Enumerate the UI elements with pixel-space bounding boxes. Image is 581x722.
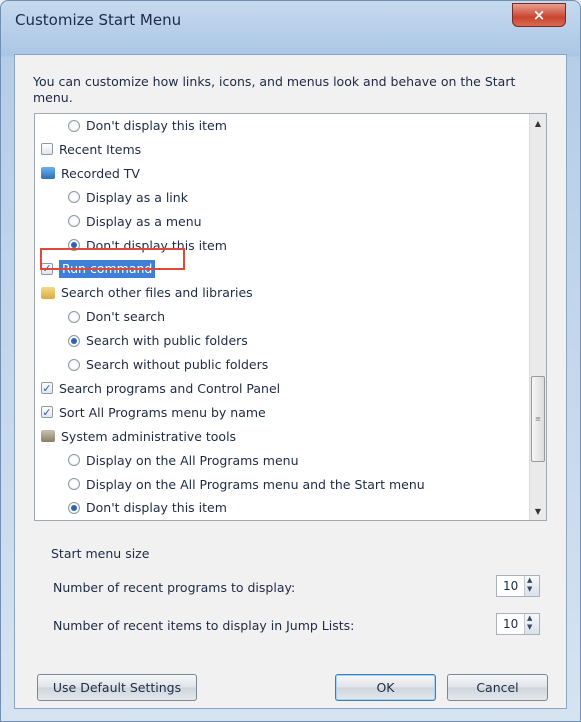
recent-items-spin-arrows[interactable]: ▲ ▼ [524,614,539,634]
up-arrow-icon: ▲ [534,118,542,128]
recent-programs-value[interactable]: 10 [503,579,518,593]
close-button[interactable]: × [512,3,566,27]
spin-up-icon[interactable]: ▲ [527,576,532,584]
list-item[interactable]: Recorded TV [41,163,140,184]
list-scrollbar[interactable]: ▲ ≡ ▼ [529,114,546,520]
list-item-label: Display on the All Programs menu and the… [86,476,425,492]
list-item[interactable]: System administrative tools [41,426,236,447]
list-item-label: Search programs and Control Panel [59,380,281,396]
spin-down-icon[interactable]: ▼ [527,623,532,631]
list-item[interactable]: Recent Items [41,139,141,160]
start-menu-options-list[interactable]: Don't display this item Recent Items Recor… [34,113,547,521]
list-item[interactable]: Display on the All Programs menu and the… [68,474,425,495]
recent-items-spinner[interactable]: 10 ▲ ▼ [496,613,540,635]
recent-items-label: Number of recent items to display in Jum… [53,618,355,633]
dialog-body: You can customize how links, icons, and … [14,54,567,709]
checkbox[interactable] [41,143,53,156]
recent-programs-spinner[interactable]: 10 ▲ ▼ [496,575,540,597]
list-item[interactable]: ✓ Search programs and Control Panel [41,378,280,399]
radio-button[interactable] [68,215,80,228]
grip-icon: ≡ [535,415,541,423]
scroll-up-button[interactable]: ▲ [531,115,545,131]
list-item[interactable]: Don't display this item [68,115,227,136]
radio-button[interactable] [68,454,80,467]
spin-up-icon[interactable]: ▲ [527,614,532,622]
list-item-label: System administrative tools [61,428,237,444]
radio-button[interactable] [68,501,80,514]
spin-down-icon[interactable]: ▼ [527,585,532,593]
radio-button[interactable] [68,119,80,132]
list-item-label: Search without public folders [86,357,269,372]
window-title: Customize Start Menu [15,11,182,29]
list-item-label: Display on the All Programs menu [86,452,299,468]
scroll-thumb[interactable]: ≡ [531,376,545,462]
radio-dot-icon [71,504,77,511]
checkbox[interactable]: ✓ [41,406,53,419]
start-menu-size-heading: Start menu size [51,546,150,561]
down-arrow-icon: ▼ [534,506,542,516]
list-item[interactable]: Search without public folders [68,354,268,375]
run-command-highlight [40,248,185,270]
radio-dot-icon [71,337,77,344]
list-item[interactable]: Display as a menu [68,211,202,232]
radio-button[interactable] [68,334,80,347]
recorded-tv-icon [41,167,55,180]
dialog-description: You can customize how links, icons, and … [33,74,516,105]
radio-button[interactable] [68,478,80,490]
recent-programs-label: Number of recent programs to display: [53,580,296,595]
list-item-label: Recorded TV [61,165,140,181]
use-default-settings-button[interactable]: Use Default Settings [37,674,197,701]
list-item-label: Don't search [86,309,166,325]
list-item[interactable]: Display on the All Programs menu [68,450,299,471]
list-item-label: Search with public folders [86,333,248,349]
customize-start-menu-dialog: Customize Start Menu × You can customize… [0,0,581,722]
cancel-button[interactable]: Cancel [447,674,548,701]
list-item-label: Don't display this item [86,500,227,516]
recent-items-value[interactable]: 10 [503,617,518,631]
list-item-label: Display as a link [86,189,188,205]
list-item[interactable]: Don't search [68,306,165,327]
radio-button[interactable] [68,310,80,323]
list-item-label: Sort All Programs menu by name [59,404,266,420]
list-item-label: Display as a menu [86,213,202,229]
recent-programs-spin-arrows[interactable]: ▲ ▼ [524,576,539,596]
checkbox[interactable]: ✓ [41,382,53,395]
radio-button[interactable] [68,358,80,371]
list-item-label: Don't display this item [86,118,227,133]
list-item[interactable]: ✓ Sort All Programs menu by name [41,402,266,423]
ok-button[interactable]: OK [335,674,436,701]
list-item[interactable]: Search other files and libraries [41,282,253,303]
list-item-label: Recent Items [59,141,142,157]
admin-tools-icon [41,430,55,443]
scroll-down-button[interactable]: ▼ [531,503,545,519]
radio-button[interactable] [68,191,80,204]
list-item[interactable]: Search with public folders [68,330,248,351]
list-item[interactable]: Display as a link [68,187,188,208]
close-icon: × [532,6,546,24]
title-bar[interactable]: Customize Start Menu × [1,1,580,49]
list-item-label: Search other files and libraries [61,285,253,301]
list-item[interactable]: Don't display this item [68,497,227,518]
folder-icon [41,286,55,299]
